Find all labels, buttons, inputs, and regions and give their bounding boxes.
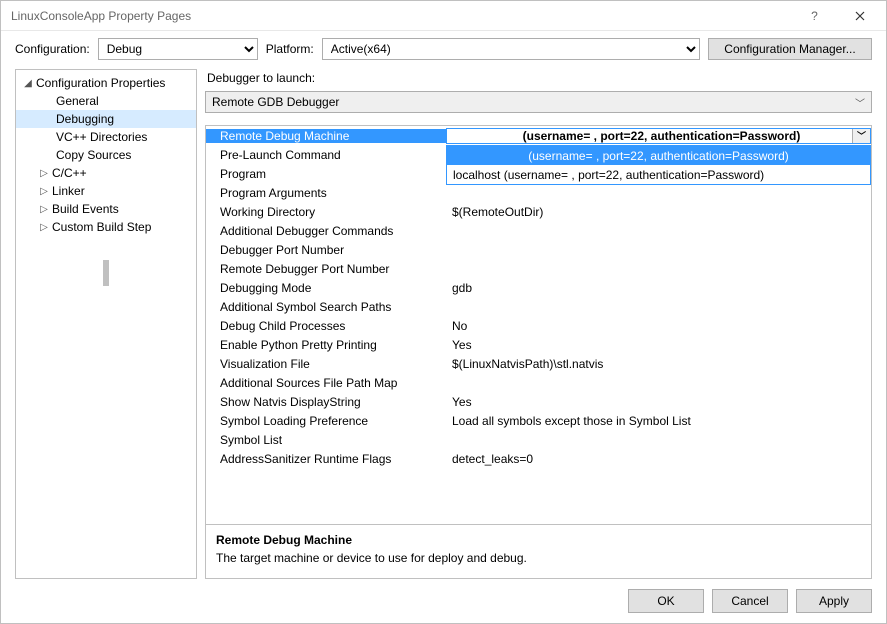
close-icon[interactable] — [837, 2, 882, 30]
nav-group-buildevents[interactable]: ▷Build Events — [16, 200, 196, 218]
help-icon[interactable]: ? — [792, 2, 837, 30]
expand-icon[interactable]: ▷ — [38, 168, 50, 179]
nav-item-copysources[interactable]: Copy Sources — [16, 146, 196, 164]
chevron-down-icon: ﹀ — [855, 95, 865, 110]
dialog-footer: OK Cancel Apply — [1, 579, 886, 623]
nav-tree[interactable]: ◢ Configuration Properties General Debug… — [15, 69, 197, 579]
debugger-launch-label: Debugger to launch: — [207, 71, 872, 85]
property-pages-window: LinuxConsoleApp Property Pages ? Configu… — [0, 0, 887, 624]
property-value-editor[interactable]: (username= , port=22, authentication=Pas… — [446, 128, 871, 144]
property-row[interactable]: Debug Child ProcessesNo — [206, 316, 871, 335]
collapse-icon[interactable]: ◢ — [22, 78, 34, 89]
property-row[interactable]: Symbol List — [206, 430, 871, 449]
description-text: The target machine or device to use for … — [216, 551, 861, 565]
window-title: LinuxConsoleApp Property Pages — [11, 9, 792, 23]
property-row[interactable]: Show Natvis DisplayStringYes — [206, 392, 871, 411]
property-row-selected[interactable]: Remote Debug Machine (username= , port=2… — [206, 126, 871, 145]
dropdown-option[interactable]: localhost (username= , port=22, authenti… — [447, 165, 870, 184]
nav-group-linker[interactable]: ▷Linker — [16, 182, 196, 200]
scroll-thumb[interactable] — [103, 260, 109, 286]
nav-item-general[interactable]: General — [16, 92, 196, 110]
property-row[interactable]: Additional Symbol Search Paths — [206, 297, 871, 316]
expand-icon[interactable]: ▷ — [38, 186, 50, 197]
property-grid-panel: Remote Debug Machine (username= , port=2… — [205, 125, 872, 579]
dropdown-button[interactable]: ﹀ — [852, 129, 870, 143]
apply-button[interactable]: Apply — [796, 589, 872, 613]
expand-icon[interactable]: ▷ — [38, 204, 50, 215]
configuration-label: Configuration: — [15, 42, 90, 56]
property-row[interactable]: Symbol Loading PreferenceLoad all symbol… — [206, 411, 871, 430]
ok-button[interactable]: OK — [628, 589, 704, 613]
expand-icon[interactable]: ▷ — [38, 222, 50, 233]
cancel-button[interactable]: Cancel — [712, 589, 788, 613]
nav-root-label: Configuration Properties — [36, 76, 165, 90]
property-name: Remote Debug Machine — [206, 129, 446, 143]
debugger-launch-value: Remote GDB Debugger — [212, 95, 339, 109]
dropdown-option-selected[interactable]: (username= , port=22, authentication=Pas… — [447, 146, 870, 165]
nav-scrollbar[interactable] — [16, 236, 196, 296]
property-grid[interactable]: Remote Debug Machine (username= , port=2… — [206, 126, 871, 524]
description-name: Remote Debug Machine — [216, 533, 861, 547]
nav-root[interactable]: ◢ Configuration Properties — [16, 74, 196, 92]
platform-label: Platform: — [266, 42, 314, 56]
nav-group-custombuild[interactable]: ▷Custom Build Step — [16, 218, 196, 236]
property-row[interactable]: Additional Sources File Path Map — [206, 373, 871, 392]
property-row[interactable]: Debugging Modegdb — [206, 278, 871, 297]
nav-item-vcdirs[interactable]: VC++ Directories — [16, 128, 196, 146]
main-pane: Debugger to launch: Remote GDB Debugger … — [205, 69, 872, 579]
description-pane: Remote Debug Machine The target machine … — [206, 524, 871, 578]
property-row[interactable]: Program Arguments — [206, 183, 871, 202]
nav-group-cpp[interactable]: ▷C/C++ — [16, 164, 196, 182]
nav-item-debugging[interactable]: Debugging — [16, 110, 196, 128]
property-row[interactable]: Additional Debugger Commands — [206, 221, 871, 240]
config-bar: Configuration: Debug Platform: Active(x6… — [1, 31, 886, 63]
remote-machine-dropdown[interactable]: (username= , port=22, authentication=Pas… — [446, 145, 871, 185]
configuration-manager-button[interactable]: Configuration Manager... — [708, 38, 872, 60]
body: ◢ Configuration Properties General Debug… — [1, 63, 886, 579]
property-row[interactable]: AddressSanitizer Runtime Flagsdetect_lea… — [206, 449, 871, 468]
debugger-launch-combo[interactable]: Remote GDB Debugger ﹀ — [205, 91, 872, 113]
property-row[interactable]: Visualization File$(LinuxNatvisPath)\stl… — [206, 354, 871, 373]
property-row[interactable]: Debugger Port Number — [206, 240, 871, 259]
property-row[interactable]: Remote Debugger Port Number — [206, 259, 871, 278]
platform-combo[interactable]: Active(x64) — [322, 38, 700, 60]
configuration-combo[interactable]: Debug — [98, 38, 258, 60]
titlebar: LinuxConsoleApp Property Pages ? — [1, 1, 886, 31]
property-row[interactable]: Enable Python Pretty PrintingYes — [206, 335, 871, 354]
property-row[interactable]: Working Directory$(RemoteOutDir) — [206, 202, 871, 221]
